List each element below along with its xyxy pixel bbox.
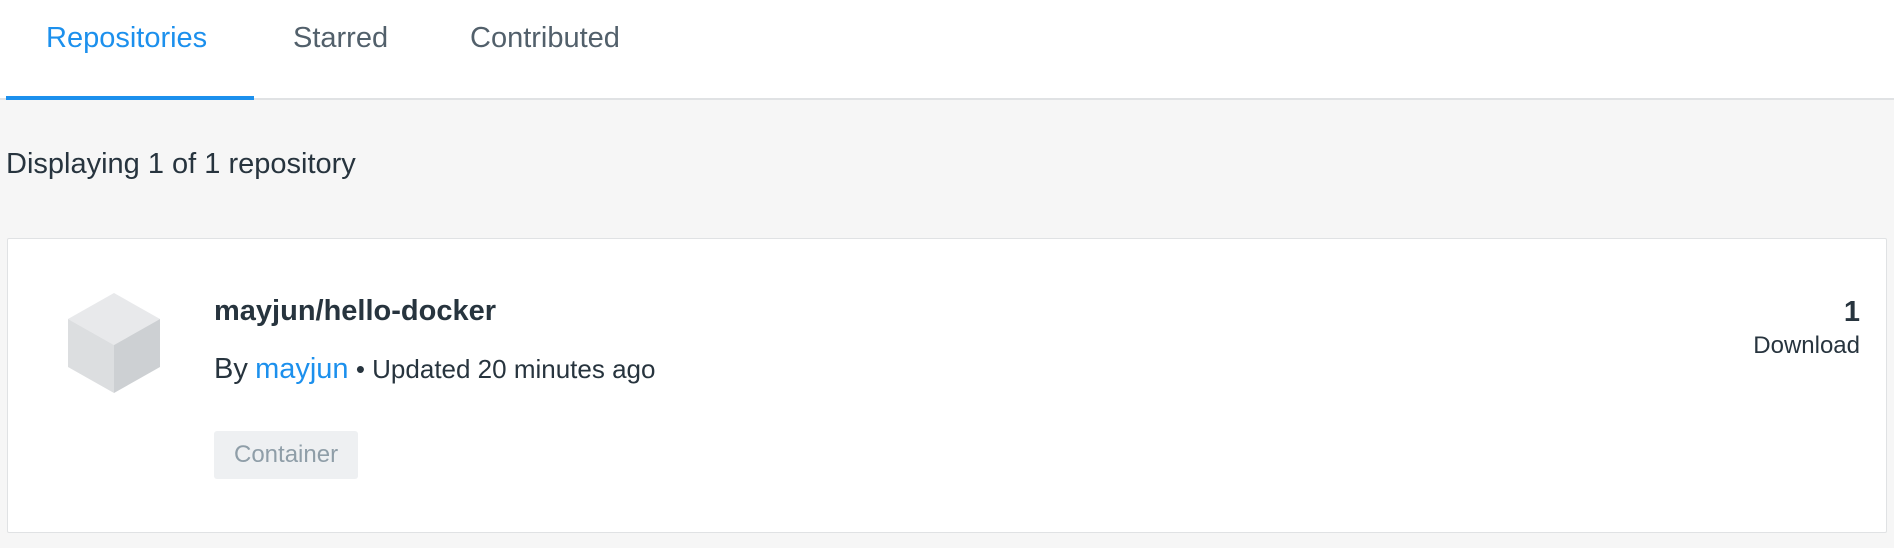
downloads-stat: 1 Download	[1753, 295, 1860, 363]
tab-contributed[interactable]: Contributed	[470, 0, 620, 100]
results-count: Displaying 1 of 1 repository	[6, 148, 356, 180]
repository-meta: By mayjun • Updated 20 minutes ago	[214, 353, 655, 386]
repository-name[interactable]: mayjun/hello-docker	[214, 295, 496, 328]
downloads-count: 1	[1843, 296, 1860, 328]
cube-icon	[68, 293, 160, 393]
tab-bar: Repositories Starred Contributed	[0, 0, 1894, 100]
meta-separator: •	[355, 354, 365, 384]
tab-repositories[interactable]: Repositories	[46, 0, 207, 100]
owner-link[interactable]: mayjun	[255, 353, 349, 385]
type-badge: Container	[214, 431, 359, 479]
downloads-label: Download	[1753, 332, 1860, 359]
repository-card[interactable]: mayjun/hello-docker By mayjun • Updated …	[7, 238, 1887, 533]
active-tab-indicator	[6, 96, 254, 100]
by-label: By	[214, 353, 248, 385]
tab-starred[interactable]: Starred	[293, 0, 388, 100]
updated-time: Updated 20 minutes ago	[372, 354, 656, 384]
